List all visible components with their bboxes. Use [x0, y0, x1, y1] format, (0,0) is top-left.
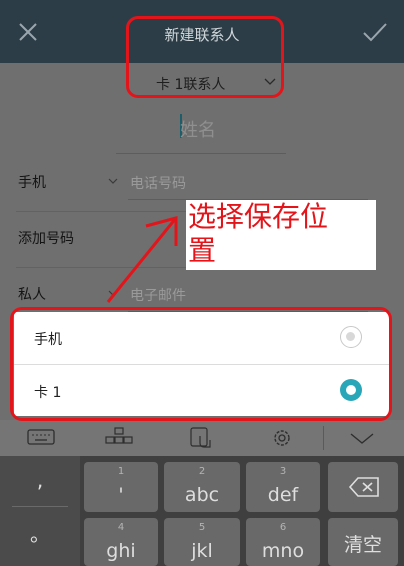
- key-label: ghi: [106, 540, 136, 562]
- backspace-key[interactable]: [328, 462, 398, 512]
- check-icon: [363, 23, 387, 42]
- gear-icon[interactable]: [267, 426, 297, 450]
- annotation-label: 选择保存位 置: [186, 200, 376, 270]
- close-icon: [19, 23, 37, 41]
- radio-selected-icon[interactable]: [340, 379, 362, 401]
- add-number-label[interactable]: 添加号码: [18, 228, 74, 248]
- chevron-down-icon[interactable]: [108, 290, 118, 297]
- email-input[interactable]: 电子邮件: [128, 276, 368, 312]
- account-label: 卡 1联系人: [156, 77, 226, 93]
- annotation-line-1: 选择保存位: [188, 200, 329, 233]
- key-5[interactable]: 5 jkl: [164, 518, 240, 566]
- email-type-label[interactable]: 私人: [18, 284, 46, 304]
- storage-location-picker: 手机 卡 1: [14, 312, 390, 416]
- keyboard-icon[interactable]: [26, 426, 56, 450]
- key-number: 6: [279, 522, 287, 533]
- key-4[interactable]: 4 ghi: [84, 518, 158, 566]
- name-input[interactable]: 姓名: [116, 108, 286, 154]
- symbol-divider: [12, 506, 68, 507]
- top-bar: 新建联系人: [0, 0, 404, 63]
- key-number: 4: [117, 522, 125, 533]
- key-label: jkl: [191, 540, 213, 562]
- phone-input[interactable]: 电话号码: [128, 164, 368, 200]
- name-placeholder: 姓名: [180, 120, 216, 141]
- option-sim1[interactable]: 卡 1: [14, 364, 390, 416]
- backspace-icon: [348, 477, 379, 497]
- key-1[interactable]: 1 ': [84, 462, 158, 512]
- radio-unselected-icon[interactable]: [340, 326, 362, 348]
- close-button[interactable]: [14, 18, 42, 46]
- page-title: 新建联系人: [164, 26, 240, 44]
- account-selector[interactable]: 卡 1联系人: [0, 69, 404, 95]
- period-key[interactable]: 。: [6, 512, 74, 564]
- symbol-column: , 。: [0, 456, 80, 566]
- key-2[interactable]: 2 abc: [164, 462, 240, 512]
- key-label: abc: [184, 484, 220, 506]
- key-3[interactable]: 3 def: [246, 462, 320, 512]
- confirm-button[interactable]: [360, 18, 390, 46]
- key-number: 1: [117, 466, 125, 477]
- key-number: 3: [279, 466, 287, 477]
- toolbar-divider: [323, 426, 324, 450]
- hide-keyboard-icon[interactable]: [347, 426, 377, 450]
- key-label: 清空: [343, 534, 382, 556]
- handwriting-icon[interactable]: [186, 426, 216, 450]
- key-label: def: [267, 484, 299, 506]
- email-placeholder: 电子邮件: [130, 288, 186, 304]
- chevron-down-icon[interactable]: [108, 178, 118, 185]
- key-label: ': [118, 484, 124, 506]
- chevron-down-icon: [264, 78, 276, 85]
- clear-key[interactable]: 清空: [328, 518, 398, 566]
- key-number: 2: [198, 466, 206, 477]
- phone-placeholder: 电话号码: [130, 176, 186, 192]
- key-number: 5: [198, 522, 206, 533]
- option-label: 卡 1: [34, 385, 62, 401]
- numpad-icon[interactable]: [104, 426, 134, 450]
- keyboard: , 。 1 ' 2 abc 3 def 4 ghi 5 jkl 6 mno 清空: [0, 456, 404, 566]
- key-label: mno: [261, 540, 305, 562]
- phone-type-label[interactable]: 手机: [18, 172, 46, 192]
- comma-key[interactable]: ,: [6, 460, 74, 512]
- key-6[interactable]: 6 mno: [246, 518, 320, 566]
- keyboard-toolbar: [0, 420, 404, 456]
- option-phone[interactable]: 手机: [14, 312, 390, 364]
- option-label: 手机: [34, 332, 62, 348]
- annotation-line-2: 置: [188, 234, 217, 267]
